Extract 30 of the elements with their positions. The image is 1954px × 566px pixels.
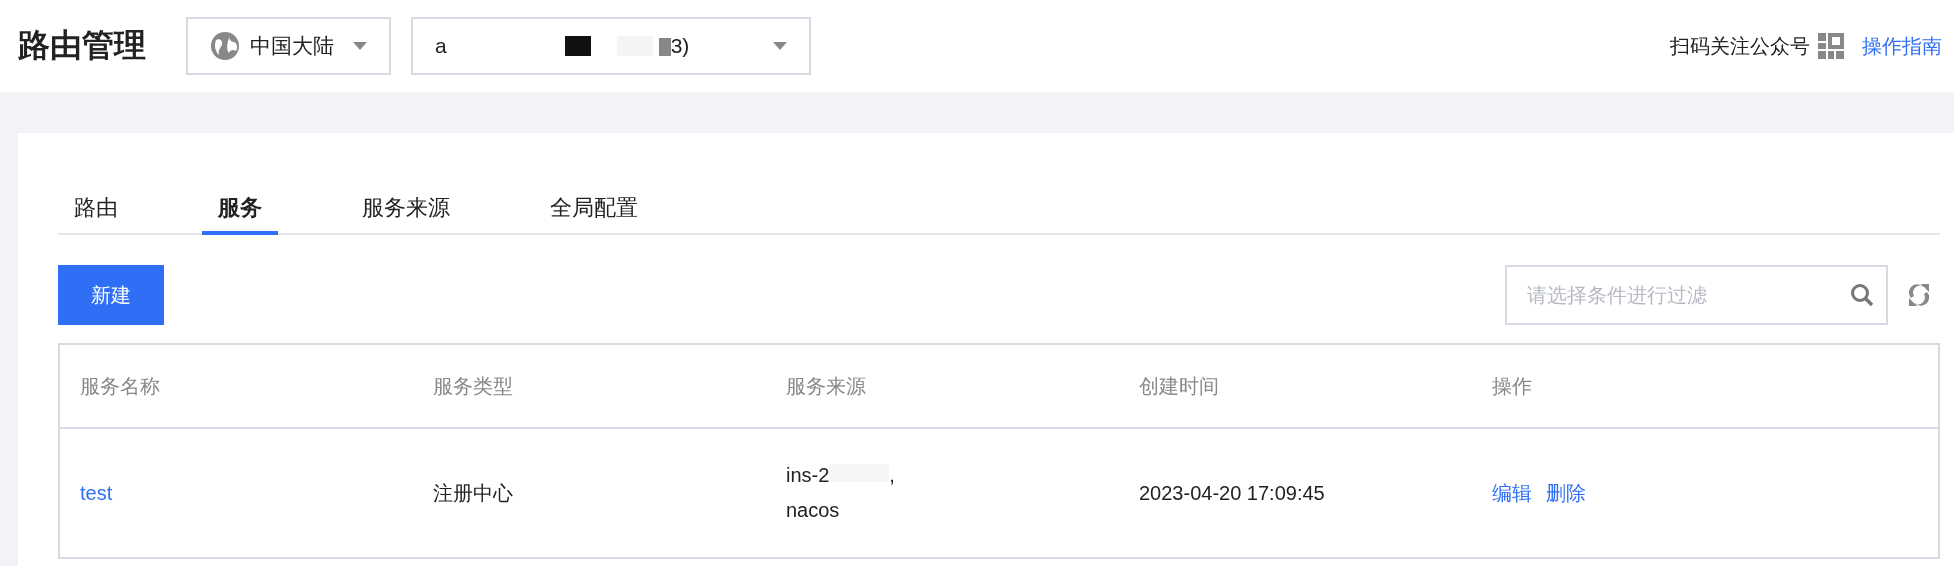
column-header: 服务来源 [766, 344, 1119, 428]
table-cell: 注册中心 [433, 481, 513, 504]
gateway-select[interactable]: a 3) [411, 17, 811, 75]
region-select[interactable]: 中国大陆 [186, 17, 391, 75]
table-cell-text: nacos [786, 499, 841, 522]
tab[interactable]: 服务 [202, 193, 278, 235]
guide-link[interactable]: 操作指南 [1862, 32, 1942, 60]
globe-icon [210, 31, 240, 61]
table-cell: 2023-04-20 17:09:45 [1139, 481, 1325, 504]
table-cell: , [889, 464, 895, 486]
caret-icon [353, 42, 367, 50]
qr-code-icon[interactable] [1818, 33, 1844, 59]
column-header: 服务名称 [59, 344, 413, 428]
action-link[interactable]: 编辑 [1492, 481, 1532, 504]
action-link[interactable]: 删除 [1546, 481, 1586, 504]
page-title: 路由管理 [18, 26, 146, 65]
refresh-icon[interactable] [1908, 282, 1930, 308]
service-link[interactable]: test [80, 481, 113, 504]
table-cell: ins-2 [786, 464, 830, 486]
filter-field[interactable]: 请选择条件进行过滤 [1505, 265, 1888, 325]
tab[interactable]: 全局配置 [534, 193, 654, 235]
follow-text: 扫码关注公众号 [1670, 33, 1810, 59]
tab[interactable]: 服务来源 [346, 193, 466, 235]
column-header: 操作 [1472, 344, 1939, 428]
caret-icon [773, 42, 787, 50]
column-header: 服务类型 [413, 344, 766, 428]
column-header: 创建时间 [1119, 344, 1472, 428]
search-icon[interactable] [1850, 283, 1874, 307]
create-button[interactable]: 新建 [58, 265, 164, 325]
tab[interactable]: 路由 [58, 193, 134, 235]
